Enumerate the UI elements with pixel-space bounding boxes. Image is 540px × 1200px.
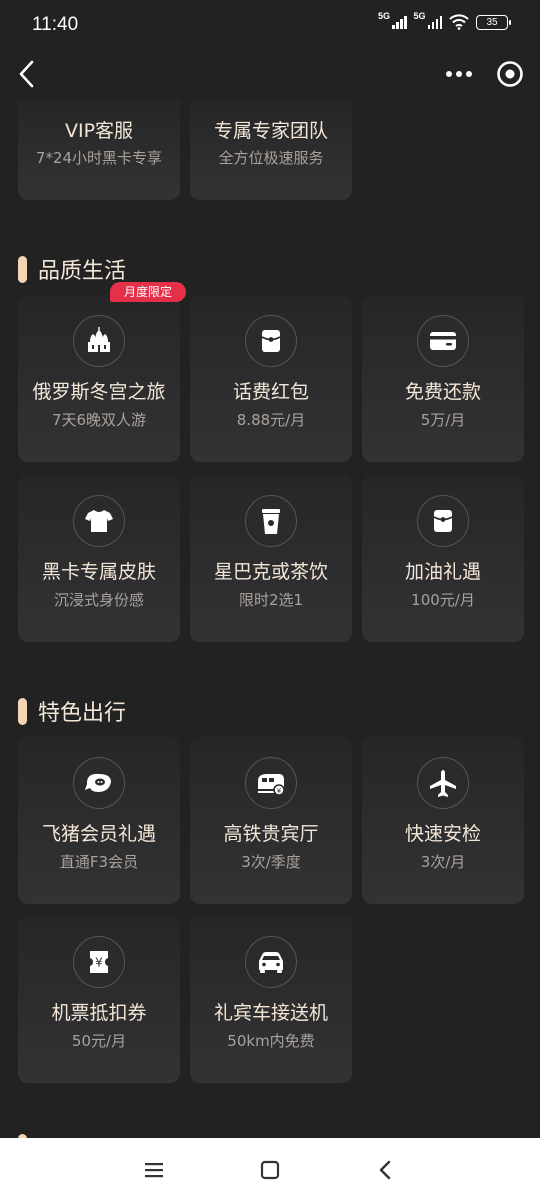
benefit-card-starbucks[interactable]: 星巴克或茶饮 限时2选1: [190, 475, 352, 642]
app-page: 11:40 5G 5G 35 VIP客服 7*24小时黑卡专享 专属专家团队 全…: [0, 0, 540, 1200]
fliggy-icon: [73, 757, 125, 809]
card-subtitle: 限时2选1: [238, 591, 304, 609]
system-nav-bar: [0, 1138, 540, 1200]
benefit-card-free-repayment[interactable]: 免费还款 5万/月: [362, 295, 524, 462]
benefit-card-fuel[interactable]: 加油礼遇 100元/月: [362, 475, 524, 642]
nav-bar: [0, 50, 540, 100]
section-accent-bar: [18, 697, 27, 725]
benefit-card-phone-redpacket[interactable]: 话费红包 8.88元/月: [190, 295, 352, 462]
card-title: 机票抵扣券: [51, 1002, 147, 1024]
card-subtitle: 7*24小时黑卡专享: [35, 149, 163, 167]
card-subtitle: 50元/月: [71, 1032, 127, 1050]
card-subtitle: 100元/月: [411, 591, 475, 609]
benefit-card-ticket-coupon[interactable]: ¥ 机票抵扣券 50元/月: [18, 916, 180, 1083]
section-accent-bar: [18, 255, 27, 283]
card-title: 专属专家团队: [213, 120, 328, 142]
card-title: 免费还款: [404, 381, 481, 403]
card-title: 话费红包: [232, 381, 309, 403]
card-subtitle: 8.88元/月: [236, 411, 306, 429]
card-title: 俄罗斯冬宫之旅: [32, 381, 166, 403]
benefit-card-airport-car[interactable]: 礼宾车接送机 50km内免费: [190, 916, 352, 1083]
status-icons: 5G 5G 35: [378, 11, 511, 30]
ticket-icon: ¥: [73, 936, 125, 988]
card-title: 加油礼遇: [404, 561, 481, 583]
train-icon: ¥: [245, 757, 297, 809]
card-subtitle: 5万/月: [420, 411, 466, 429]
monthly-limited-badge: 月度限定: [110, 282, 186, 302]
card-title: 高铁贵宾厅: [223, 823, 319, 845]
status-bar: 11:40 5G 5G 35: [0, 0, 540, 50]
benefit-card-fliggy[interactable]: 飞猪会员礼遇 直通F3会员: [18, 737, 180, 904]
tshirt-icon: [73, 495, 125, 547]
section-title: 品质生活: [38, 259, 127, 284]
card-subtitle: 50km内免费: [227, 1032, 315, 1050]
card-title: 星巴克或茶饮: [213, 561, 328, 583]
service-card-expert[interactable]: 专属专家团队 全方位极速服务: [190, 100, 352, 200]
card-subtitle: 3次/季度: [241, 853, 301, 871]
svg-text:¥: ¥: [95, 956, 103, 970]
card-title: 黑卡专属皮肤: [41, 561, 156, 583]
red-packet-icon: [245, 315, 297, 367]
svg-text:¥: ¥: [277, 787, 282, 795]
red-packet-icon: [417, 495, 469, 547]
card-title: 飞猪会员礼遇: [41, 823, 156, 845]
card-subtitle: 全方位极速服务: [218, 149, 324, 167]
more-menu-button[interactable]: [444, 62, 474, 86]
service-card-vip[interactable]: VIP客服 7*24小时黑卡专享: [18, 100, 180, 200]
signal-icon: 5G: [378, 11, 407, 29]
section-quality-header: 品质生活: [18, 253, 126, 285]
card-subtitle: 沉浸式身份感: [53, 591, 144, 609]
palace-icon: [73, 315, 125, 367]
card-subtitle: 直通F3会员: [59, 853, 139, 871]
coffee-cup-icon: [245, 495, 297, 547]
battery-icon: 35: [476, 14, 511, 30]
airplane-icon: [417, 757, 469, 809]
benefit-card-fast-security[interactable]: 快速安检 3次/月: [362, 737, 524, 904]
car-icon: [245, 936, 297, 988]
benefit-card-train-lounge[interactable]: ¥ 高铁贵宾厅 3次/季度: [190, 737, 352, 904]
close-miniprogram-button[interactable]: [494, 58, 526, 90]
card-title: VIP客服: [64, 120, 134, 142]
card-subtitle: 3次/月: [420, 853, 466, 871]
card-title: 礼宾车接送机: [213, 1002, 328, 1024]
card-icon: [417, 315, 469, 367]
signal-icon-2: 5G: [414, 11, 442, 29]
status-time: 11:40: [32, 14, 79, 35]
back-icon[interactable]: [372, 1156, 400, 1184]
wifi-icon: [449, 14, 469, 30]
back-button[interactable]: [12, 56, 42, 92]
card-subtitle: 7天6晚双人游: [51, 411, 147, 429]
menu-icon[interactable]: [140, 1156, 168, 1184]
home-icon[interactable]: [256, 1156, 284, 1184]
section-travel-header: 特色出行: [18, 695, 126, 727]
benefit-card-skin[interactable]: 黑卡专属皮肤 沉浸式身份感: [18, 475, 180, 642]
section-title: 特色出行: [38, 701, 127, 726]
benefit-card-palace-trip[interactable]: 俄罗斯冬宫之旅 7天6晚双人游: [18, 295, 180, 462]
card-title: 快速安检: [404, 823, 481, 845]
